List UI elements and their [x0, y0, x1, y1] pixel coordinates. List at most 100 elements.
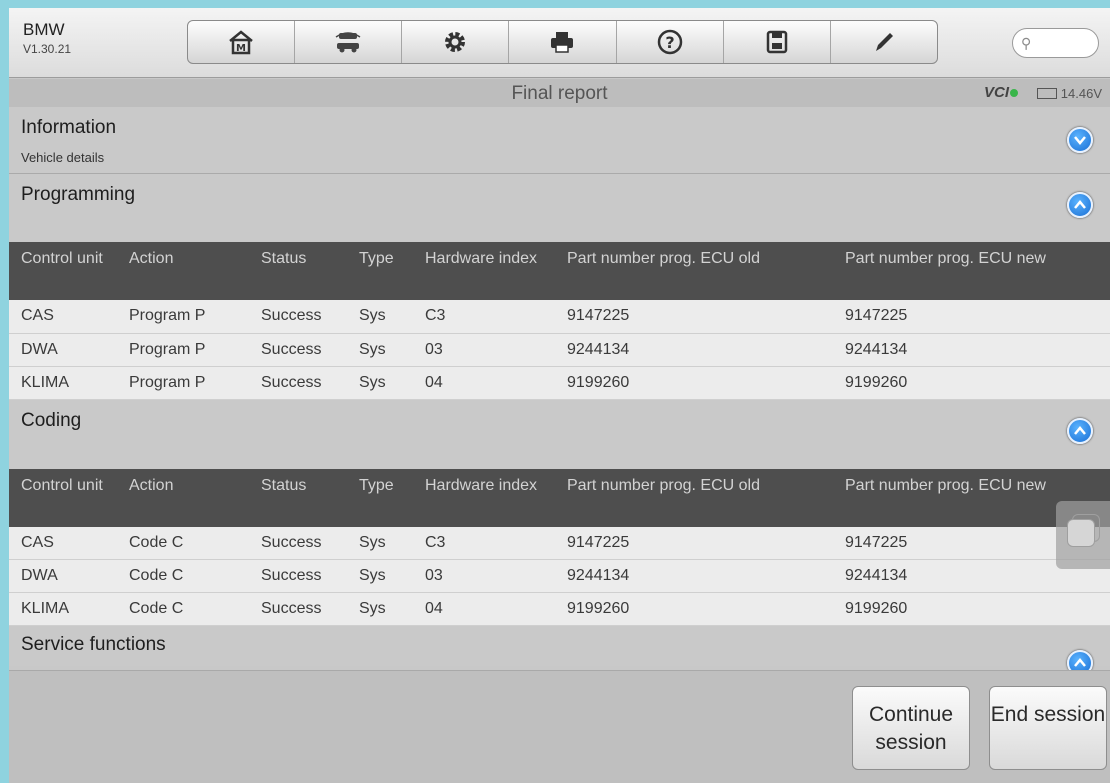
cell-type: Sys	[347, 592, 413, 626]
battery-voltage: 14.46V	[1036, 86, 1102, 101]
cell-type: Sys	[347, 300, 413, 334]
chevron-up-icon	[1074, 425, 1086, 435]
cell-hardware-index: C3	[413, 526, 555, 560]
cell-type: Sys	[347, 333, 413, 367]
table-row: KLIMA Program P Success Sys 04 9199260 9…	[9, 366, 1110, 400]
cell-status: Success	[249, 526, 347, 560]
search-input[interactable]: ⚲	[1012, 28, 1099, 58]
cell-control-unit: DWA	[9, 559, 117, 593]
brand-block: BMW V1.30.21	[23, 20, 71, 56]
col-action: Action	[129, 476, 174, 494]
floating-multitask-button[interactable]	[1056, 501, 1110, 569]
bottom-bar: Continue session End session	[9, 670, 1110, 783]
report-content: Information Vehicle details Programming …	[9, 107, 1110, 670]
cell-hardware-index: 04	[413, 366, 555, 400]
cell-type: Sys	[347, 526, 413, 560]
table-row: CAS Code C Success Sys C3 9147225 914722…	[9, 526, 1110, 560]
section-title: Coding	[21, 409, 82, 431]
cell-type: Sys	[347, 366, 413, 400]
settings-icon	[445, 32, 466, 52]
col-hardware-index: Hardware index	[425, 250, 538, 267]
table-header-row: Control unit Action Status Type Hardware…	[9, 242, 1110, 300]
cell-status: Success	[249, 592, 347, 626]
edit-button[interactable]	[831, 21, 937, 63]
col-part-number-new: Part number prog. ECU new	[845, 250, 1046, 267]
col-control-unit: Control unit	[21, 250, 103, 267]
coding-table: Control unit Action Status Type Hardware…	[9, 468, 1110, 626]
section-title: Service functions	[21, 634, 166, 655]
home-button[interactable]: M	[188, 21, 296, 63]
col-part-number-old: Part number prog. ECU old	[567, 476, 760, 494]
section-subtitle: Vehicle details	[21, 150, 105, 165]
help-icon: ?	[657, 29, 682, 55]
cell-action: Program P	[117, 333, 249, 367]
section-title: Programming	[21, 184, 136, 205]
home-icon: M	[229, 30, 253, 55]
section-coding[interactable]: Coding	[9, 399, 1110, 469]
col-action: Action	[129, 250, 174, 267]
cell-action: Code C	[117, 592, 249, 626]
col-status: Status	[261, 476, 307, 494]
title-bar: Final report VCI 14.46V	[9, 79, 1110, 107]
toolbar: M ?	[187, 20, 938, 64]
save-button[interactable]	[724, 21, 831, 63]
col-hardware-index: Hardware index	[425, 476, 538, 494]
cell-part-number-new: 9244134	[833, 333, 1110, 367]
cell-action: Code C	[117, 526, 249, 560]
cell-part-number-old: 9244134	[555, 559, 833, 593]
print-button[interactable]	[509, 21, 617, 63]
cell-part-number-new: 9147225	[833, 300, 1110, 334]
help-button[interactable]: ?	[617, 21, 724, 63]
vci-connected-icon	[1010, 89, 1018, 97]
cell-control-unit: CAS	[9, 526, 117, 560]
cell-status: Success	[249, 333, 347, 367]
table-row: DWA Program P Success Sys 03 9244134 924…	[9, 333, 1110, 367]
cell-part-number-new: 9199260	[833, 366, 1110, 400]
cell-control-unit: CAS	[9, 300, 117, 334]
section-programming[interactable]: Programming	[9, 174, 1110, 242]
cell-type: Sys	[347, 559, 413, 593]
expand-toggle[interactable]	[1067, 127, 1093, 153]
voltage-value: 14.46V	[1060, 86, 1102, 101]
cell-status: Success	[249, 366, 347, 400]
table-row: DWA Code C Success Sys 03 9244134 924413…	[9, 559, 1110, 593]
vci-indicator: VCI	[984, 84, 1018, 101]
col-control-unit: Control unit	[21, 476, 103, 494]
cell-hardware-index: 03	[413, 559, 555, 593]
svg-text:M: M	[236, 43, 246, 54]
programming-table: Control unit Action Status Type Hardware…	[9, 242, 1110, 400]
collapse-toggle[interactable]	[1067, 650, 1093, 670]
collapse-toggle[interactable]	[1067, 417, 1093, 444]
section-information[interactable]: Information Vehicle details	[9, 107, 1110, 174]
svg-text:?: ?	[665, 33, 674, 52]
cell-part-number-old: 9199260	[555, 592, 833, 626]
cell-part-number-old: 9199260	[555, 366, 833, 400]
battery-icon	[1036, 88, 1057, 99]
window-icon	[1067, 519, 1095, 547]
col-type: Type	[359, 476, 394, 494]
col-status: Status	[261, 250, 307, 267]
vehicle-swap-button[interactable]	[295, 21, 403, 63]
settings-button[interactable]	[402, 21, 510, 63]
app-version: V1.30.21	[23, 42, 72, 56]
app-screen: BMW V1.30.21 M ? ⚲ Final report VCI 14.4…	[9, 8, 1110, 783]
end-session-button[interactable]: End session	[989, 686, 1107, 770]
continue-session-button[interactable]: Continue session	[852, 686, 970, 770]
cell-action: Program P	[117, 366, 249, 400]
section-service-functions[interactable]: Service functions	[9, 626, 1110, 670]
table-row: CAS Program P Success Sys C3 9147225 914…	[9, 300, 1110, 334]
cell-action: Program P	[117, 300, 249, 334]
vehicle-make: BMW	[23, 20, 65, 39]
col-part-number-old: Part number prog. ECU old	[567, 250, 760, 267]
cell-status: Success	[249, 300, 347, 334]
top-bar: BMW V1.30.21 M ? ⚲	[9, 8, 1110, 78]
edit-icon	[875, 33, 893, 51]
cell-control-unit: KLIMA	[9, 366, 117, 400]
collapse-toggle[interactable]	[1067, 192, 1093, 218]
print-icon	[551, 32, 574, 53]
save-icon	[766, 30, 788, 54]
col-type: Type	[359, 250, 394, 267]
vci-label: VCI	[983, 84, 1009, 101]
cell-action: Code C	[117, 559, 249, 593]
chevron-down-icon	[1074, 136, 1086, 145]
